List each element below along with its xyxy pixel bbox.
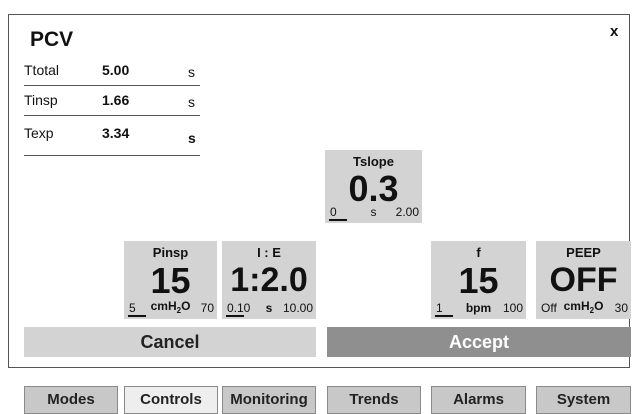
- rate-value: 15: [458, 260, 499, 301]
- rate-cursor: [435, 315, 453, 317]
- pinsp-range: 5 cmH2O 70: [127, 299, 214, 315]
- peep-label: PEEP: [566, 245, 601, 260]
- tab-system[interactable]: System: [536, 386, 631, 414]
- timing-unit: s: [188, 94, 195, 110]
- timing-value: 1.66: [102, 92, 130, 108]
- cancel-button[interactable]: Cancel: [24, 327, 316, 357]
- pinsp-max: 70: [200, 301, 214, 315]
- tab-trends[interactable]: Trends: [327, 386, 421, 414]
- rate-max: 100: [502, 301, 523, 315]
- pinsp-label: Pinsp: [152, 245, 189, 260]
- timing-label: Tinsp: [24, 92, 58, 108]
- rate-control[interactable]: f 15 1 bpm 100: [431, 241, 526, 319]
- tslope-control[interactable]: Tslope 0.3 0 s 2.00: [325, 150, 422, 223]
- timing-label: Texp: [24, 125, 54, 141]
- timing-label: Ttotal: [24, 62, 60, 78]
- tab-controls[interactable]: Controls: [124, 386, 218, 414]
- ie-max: 10.00: [282, 301, 313, 315]
- pinsp-control[interactable]: Pinsp 15 5 cmH2O 70: [124, 241, 217, 319]
- ie-cursor: [226, 315, 244, 317]
- pinsp-cursor: [128, 315, 146, 317]
- tab-alarms[interactable]: Alarms: [431, 386, 526, 414]
- pinsp-value: 15: [150, 260, 191, 301]
- tab-modes[interactable]: Modes: [24, 386, 118, 414]
- peep-value: OFF: [549, 261, 618, 299]
- close-icon[interactable]: x: [610, 23, 618, 40]
- timing-unit: s: [188, 130, 196, 146]
- ie-range: 0.10 s 10.00: [225, 301, 313, 315]
- timing-row-ttotal: Ttotal 5.00 s: [24, 58, 200, 86]
- ie-value: 1:2.0: [230, 261, 308, 299]
- ie-label: I : E: [257, 245, 281, 260]
- peep-range: Off cmH2O 30: [539, 299, 628, 315]
- timing-row-tinsp: Tinsp 1.66 s: [24, 88, 200, 116]
- mode-title: PCV: [30, 28, 74, 51]
- accept-button[interactable]: Accept: [327, 327, 631, 357]
- tslope-range: 0 s 2.00: [328, 205, 419, 219]
- rate-label: f: [476, 245, 481, 260]
- peep-max: 30: [614, 301, 628, 315]
- tslope-label: Tslope: [353, 154, 394, 169]
- timing-value: 3.34: [102, 125, 130, 141]
- tslope-value: 0.3: [348, 168, 399, 209]
- rate-range: 1 bpm 100: [434, 301, 523, 315]
- tab-monitoring[interactable]: Monitoring: [222, 386, 316, 414]
- tslope-cursor: [329, 219, 347, 221]
- timing-row-texp: Texp 3.34 s: [24, 121, 200, 156]
- timing-unit: s: [188, 64, 195, 80]
- ie-control[interactable]: I : E 1:2.0 0.10 s 10.00: [222, 241, 316, 319]
- tslope-max: 2.00: [395, 205, 419, 219]
- timing-value: 5.00: [102, 62, 130, 78]
- peep-control[interactable]: PEEP OFF Off cmH2O 30: [536, 241, 631, 319]
